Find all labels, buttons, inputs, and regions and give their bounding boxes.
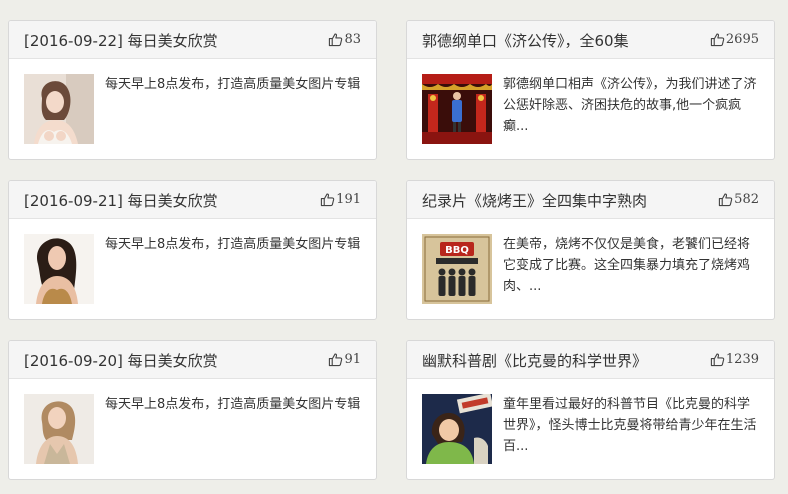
article-card[interactable]: 幽默科普剧《比克曼的科学世界》 1239 童年里看过最好的科普节目《比克曼的科学… <box>406 340 775 480</box>
card-body: 每天早上8点发布，打造高质量美女图片专辑 <box>9 59 376 159</box>
card-title[interactable]: [2016-09-22] 每日美女欣赏 <box>24 30 218 51</box>
thumbnail-image[interactable] <box>422 394 492 464</box>
like-count[interactable]: 582 <box>718 192 759 207</box>
thumbs-up-icon <box>710 352 725 367</box>
card-description: 每天早上8点发布，打造高质量美女图片专辑 <box>105 77 361 92</box>
like-count[interactable]: 2695 <box>710 32 759 47</box>
thumbnail-image[interactable] <box>24 234 94 304</box>
thumbnail-image[interactable] <box>24 74 94 144</box>
card-title[interactable]: 郭德纲单口《济公传》，全60集 <box>422 30 629 51</box>
like-count-value: 582 <box>734 192 759 207</box>
card-header: [2016-09-20] 每日美女欣赏 91 <box>9 341 376 379</box>
card-description: 郭德纲单口相声《济公传》，为我们讲述了济公惩奸除恶、济困扶危的故事,他一个疯疯癫… <box>503 77 757 134</box>
card-description: 每天早上8点发布，打造高质量美女图片专辑 <box>105 237 361 252</box>
like-count[interactable]: 91 <box>328 352 361 367</box>
thumbs-up-icon <box>710 32 725 47</box>
thumbs-up-icon <box>718 192 733 207</box>
card-body: BBQ 在美帝，烧烤不仅仅是美食，老饕们已经将它变成了比赛。这全四集暴力填充了烧… <box>407 219 774 319</box>
thumbnail-image[interactable] <box>24 394 94 464</box>
article-card[interactable]: [2016-09-20] 每日美女欣赏 91 每天早上8点发布，打造高质量美女图… <box>8 340 377 480</box>
card-body: 郭德纲单口相声《济公传》，为我们讲述了济公惩奸除恶、济困扶危的故事,他一个疯疯癫… <box>407 59 774 159</box>
card-body: 每天早上8点发布，打造高质量美女图片专辑 <box>9 379 376 479</box>
card-description: 每天早上8点发布，打造高质量美女图片专辑 <box>105 397 361 412</box>
card-header: 纪录片《烧烤王》全四集中字熟肉 582 <box>407 181 774 219</box>
thumbs-up-icon <box>328 32 343 47</box>
article-card[interactable]: [2016-09-22] 每日美女欣赏 83 每天早上8点发布，打造高质量美女图… <box>8 20 377 160</box>
card-title[interactable]: 幽默科普剧《比克曼的科学世界》 <box>422 350 647 371</box>
article-card[interactable]: [2016-09-21] 每日美女欣赏 191 每天早上8点发布，打造高质量美女… <box>8 180 377 320</box>
like-count[interactable]: 1239 <box>710 352 759 367</box>
thumbnail-image[interactable] <box>422 74 492 144</box>
like-count-value: 91 <box>344 352 361 367</box>
like-count-value: 83 <box>344 32 361 47</box>
card-title[interactable]: [2016-09-20] 每日美女欣赏 <box>24 350 218 371</box>
thumbs-up-icon <box>328 352 343 367</box>
card-title[interactable]: [2016-09-21] 每日美女欣赏 <box>24 190 218 211</box>
thumbs-up-icon <box>320 192 335 207</box>
like-count-value: 1239 <box>725 352 759 367</box>
like-count[interactable]: 191 <box>320 192 361 207</box>
card-header: 幽默科普剧《比克曼的科学世界》 1239 <box>407 341 774 379</box>
card-body: 每天早上8点发布，打造高质量美女图片专辑 <box>9 219 376 319</box>
card-header: 郭德纲单口《济公传》，全60集 2695 <box>407 21 774 59</box>
like-count-value: 191 <box>336 192 361 207</box>
card-description: 在美帝，烧烤不仅仅是美食，老饕们已经将它变成了比赛。这全四集暴力填充了烧烤鸡肉、… <box>503 237 751 294</box>
card-header: [2016-09-22] 每日美女欣赏 83 <box>9 21 376 59</box>
thumbnail-image[interactable]: BBQ <box>422 234 492 304</box>
article-card[interactable]: 郭德纲单口《济公传》，全60集 2695 郭德纲单口相声《济公传》，为我们讲述了… <box>406 20 775 160</box>
card-description: 童年里看过最好的科普节目《比克曼的科学世界》，怪头博士比克曼将带给青少年在生活百… <box>503 397 757 454</box>
like-count[interactable]: 83 <box>328 32 361 47</box>
card-header: [2016-09-21] 每日美女欣赏 191 <box>9 181 376 219</box>
card-body: 童年里看过最好的科普节目《比克曼的科学世界》，怪头博士比克曼将带给青少年在生活百… <box>407 379 774 479</box>
like-count-value: 2695 <box>725 32 759 47</box>
card-title[interactable]: 纪录片《烧烤王》全四集中字熟肉 <box>422 190 647 211</box>
poster-logo-text: BBQ <box>445 245 469 256</box>
article-card[interactable]: 纪录片《烧烤王》全四集中字熟肉 582 BBQ 在美帝，烧烤不仅仅是美食，老饕们… <box>406 180 775 320</box>
